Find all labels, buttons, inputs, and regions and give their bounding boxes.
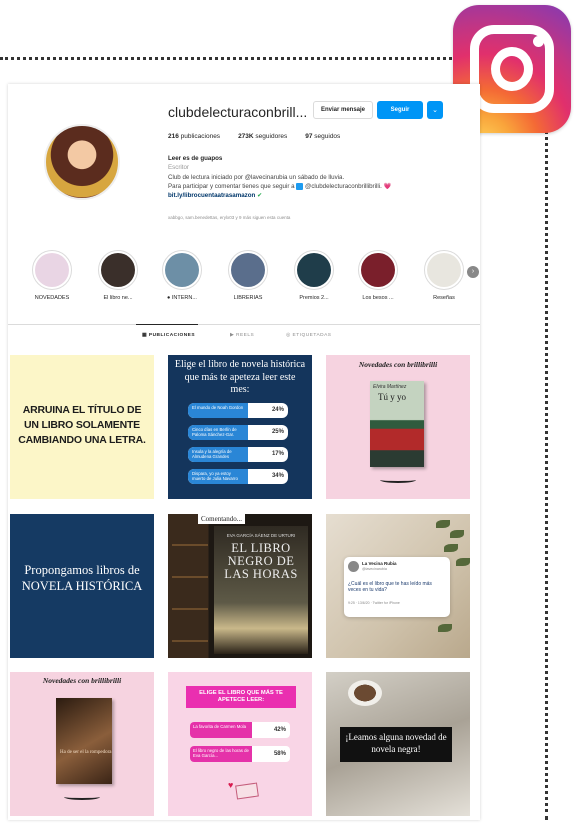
post-header: Novedades con brillibrilli — [42, 676, 122, 685]
post-header: Novedades con brillibrilli — [358, 360, 438, 369]
highlight-cover — [427, 253, 461, 287]
post-tweet-question[interactable]: La Vecina Rubia @lavecinarubia ¿Cuál es … — [326, 514, 470, 658]
highlight-premios[interactable]: Premios 2... — [290, 250, 338, 301]
bio-category: Escritor — [168, 164, 189, 172]
poll-option: Cinco días en Berlín de Paloma Sánchez-G… — [188, 425, 288, 440]
highlight-cover — [297, 253, 331, 287]
highlight-intern[interactable]: ● INTERN... — [158, 250, 206, 301]
bio-handle-link[interactable]: @clubdelecturaconbrillibrilli. — [305, 183, 382, 190]
highlight-cover — [165, 253, 199, 287]
poll-option: El libro negro de las horas de Eva Garcí… — [190, 746, 290, 762]
suggestions-dropdown-button[interactable]: ⌄ — [427, 101, 443, 119]
poll-option: El mundo de Noah Gordon 24% — [188, 403, 288, 418]
poll-header: ELIGE EL LIBRO QUE MÁS TE APETECE LEER: — [186, 686, 296, 708]
post-arruina-titulo[interactable]: ARRUINA EL TÍTULO DE UN LIBRO SOLAMENTE … — [10, 355, 154, 499]
ornament-icon — [380, 477, 416, 483]
story-highlights: NOVEDADES El libro ne... ● INTERN... LIB… — [24, 250, 479, 310]
heart-emoji-icon: 💗 — [383, 182, 392, 190]
book-cover: Ha de ser el la rompedora — [56, 698, 112, 784]
chevron-right-icon[interactable]: › — [467, 266, 479, 278]
verified-icon: ✔ — [257, 192, 263, 200]
highlight-cover — [231, 253, 265, 287]
ornament-icon — [64, 794, 100, 800]
bio-line-1: Club de lectura iniciado por @lavecinaru… — [168, 173, 345, 181]
post-novela-negra[interactable]: ¡Leamos alguna novedad de novela negra! — [326, 672, 470, 816]
bio-link[interactable]: bit.ly/librocuentaatrasamazon — [168, 192, 255, 199]
send-message-button[interactable]: Enviar mensaje — [313, 101, 373, 119]
posts-count: 216 publicaciones — [168, 133, 221, 140]
profile-stats: 216 publicaciones 273K seguidores 97 seg… — [168, 133, 340, 140]
highlight-cover — [35, 253, 69, 287]
post-propongamos-libros[interactable]: Propongamos libros de NOVELA HISTÓRICA — [10, 514, 154, 658]
avatar — [348, 561, 359, 572]
highlight-resenas[interactable]: Reseñas — [420, 250, 468, 301]
highlight-cover — [101, 253, 135, 287]
profile-panel: clubdelecturaconbrill... Enviar mensaje … — [8, 84, 480, 820]
post-text: ARRUINA EL TÍTULO DE UN LIBRO SOLAMENTE … — [18, 404, 146, 447]
poll-option: Dispara, yo ya estoy muerto de Julia Nav… — [188, 469, 288, 484]
post-poll-novela-historica[interactable]: Elige el libro de novela histórica que m… — [168, 355, 312, 499]
post-novedades-2[interactable]: Novedades con brillibrilli Ha de ser el … — [10, 672, 154, 816]
avatar[interactable] — [44, 124, 120, 200]
profile-username: clubdelecturaconbrill... — [168, 104, 308, 120]
dotted-frame-right — [545, 130, 548, 820]
bio-name: Leer es de guapos — [168, 155, 223, 162]
tab-publicaciones[interactable]: ▦ PUBLICACIONES — [135, 324, 199, 338]
poll-option: Insula y la alegría de Almudena Grandes 1… — [188, 447, 288, 462]
follow-button[interactable]: Seguir — [377, 101, 423, 119]
post-poll-elige-libro[interactable]: ELIGE EL LIBRO QUE MÁS TE APETECE LEER: … — [168, 672, 312, 816]
highlight-cover — [361, 253, 395, 287]
tab-reels[interactable]: ▶ REELS — [230, 333, 254, 338]
followers-count[interactable]: 273K seguidores — [238, 133, 287, 140]
comment-tag: Comentando... — [198, 514, 246, 524]
following-count[interactable]: 97 seguidos — [305, 133, 340, 140]
profile-tabs: ▦ PUBLICACIONES ▶ REELS ◎ ETIQUETADAS — [8, 324, 480, 345]
poll-option: La favorita de Carmen Mola 42% — [190, 722, 290, 738]
post-libro-negro-horas[interactable]: EVA GARCÍA SÁENZ DE URTURI EL LIBRO NEGR… — [168, 514, 312, 658]
post-novedades-tu-y-yo[interactable]: Novedades con brillibrilli Elvira Martín… — [326, 355, 470, 499]
twitter-icon — [296, 182, 304, 190]
coffee-cup-icon — [348, 680, 382, 706]
post-text: ¡Leamos alguna novedad de novela negra! — [340, 727, 452, 762]
highlight-el-libro[interactable]: El libro ne... — [94, 250, 142, 301]
highlight-novedades[interactable]: NOVEDADES — [28, 250, 76, 301]
highlight-librerias[interactable]: LIBRERIAS — [224, 250, 272, 301]
tweet-card: La Vecina Rubia @lavecinarubia ¿Cuál es … — [344, 557, 450, 617]
tab-etiquetadas[interactable]: ◎ ETIQUETADAS — [286, 333, 332, 338]
followed-by-text[interactable]: xabbgo, sam.benedettas, erylx03 y 9 más … — [168, 215, 290, 220]
post-text: Propongamos libros de NOVELA HISTÓRICA — [21, 563, 143, 593]
post-title: Elige el libro de novela histórica que m… — [174, 359, 306, 395]
bio-line-2: Para participar y comentar tienes que se… — [168, 182, 392, 190]
heart-icon: ♥ — [228, 780, 234, 790]
envelope-icon — [235, 782, 259, 800]
profile-bio: Leer es de guapos Escritor Club de lectu… — [168, 154, 468, 200]
book-cover: Elvira Martínez Tú y yo — [370, 381, 424, 467]
highlight-los-besos[interactable]: Los besos ... — [354, 250, 402, 301]
book-cover: EVA GARCÍA SÁENZ DE URTURI EL LIBRO NEGR… — [214, 526, 308, 654]
